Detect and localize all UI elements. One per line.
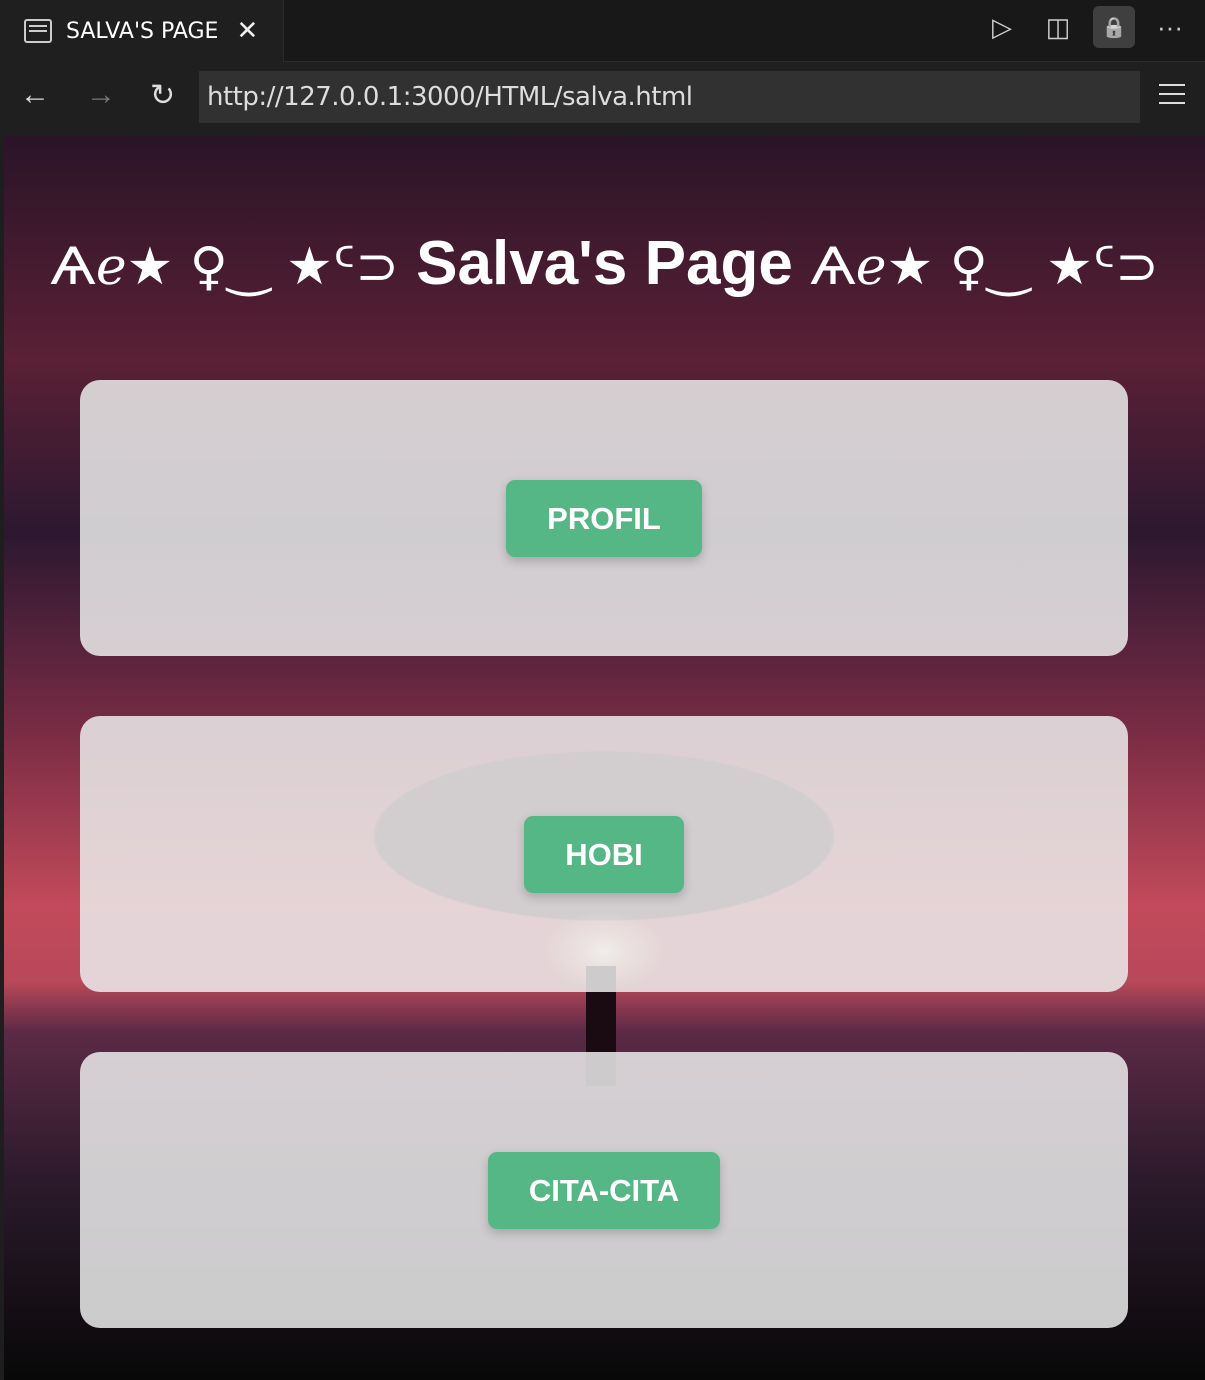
back-icon[interactable]: ← — [20, 78, 50, 112]
profil-card: PROFIL — [80, 380, 1128, 656]
preview-icon — [24, 19, 52, 43]
hobi-card: HOBI — [80, 716, 1128, 992]
reload-icon[interactable]: ↻ — [150, 78, 175, 113]
url-input[interactable]: http://127.0.0.1:3000/HTML/salva.html — [199, 71, 1140, 123]
cita-cita-card: CITA-CITA — [80, 1052, 1128, 1328]
forward-icon[interactable]: → — [86, 78, 116, 112]
profil-button[interactable]: PROFIL — [506, 479, 702, 557]
nav-bar: ← → ↻ http://127.0.0.1:3000/HTML/salva.h… — [0, 62, 1205, 136]
close-icon[interactable]: ✕ — [236, 16, 258, 46]
tab-title: SALVA'S PAGE — [66, 18, 219, 44]
lock-icon[interactable]: 🔒 — [1093, 6, 1135, 48]
title-decoration: Ѧℯ★ ♀‿ ★ᑦ⊃ — [810, 237, 1159, 297]
cita-cita-button[interactable]: CITA-CITA — [487, 1151, 721, 1229]
menu-icon[interactable] — [1159, 84, 1185, 104]
run-icon[interactable]: ▷ — [981, 6, 1023, 48]
page-content: Ѧℯ★ ♀‿ ★ᑦ⊃ Salva's Page Ѧℯ★ ♀‿ ★ᑦ⊃ PROFI… — [4, 136, 1205, 1380]
title-decoration: Ѧℯ★ ♀‿ ★ᑦ⊃ — [50, 237, 399, 297]
tab-bar: SALVA'S PAGE ✕ ▷ ◫ 🔒 ··· — [0, 0, 1205, 62]
split-editor-icon[interactable]: ◫ — [1037, 6, 1079, 48]
more-icon[interactable]: ··· — [1149, 6, 1191, 48]
hobi-button[interactable]: HOBI — [524, 815, 684, 893]
tab-salvas-page[interactable]: SALVA'S PAGE ✕ — [0, 0, 284, 62]
page-title: Ѧℯ★ ♀‿ ★ᑦ⊃ Salva's Page Ѧℯ★ ♀‿ ★ᑦ⊃ — [50, 229, 1159, 298]
